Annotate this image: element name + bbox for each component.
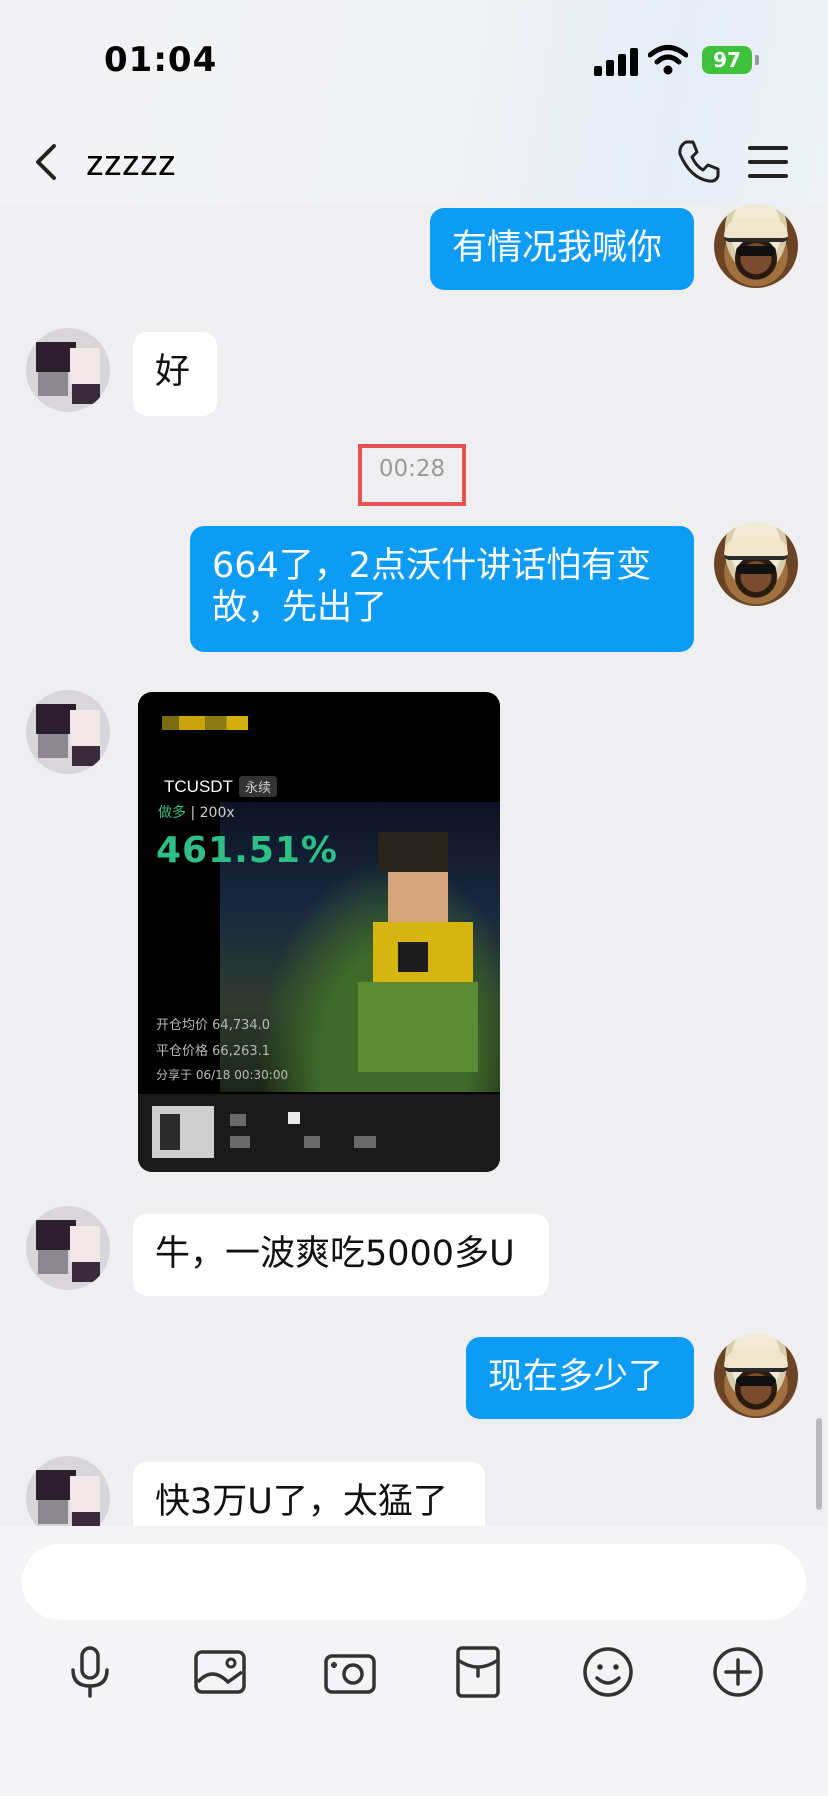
message-bubble-other[interactable]: 牛，一波爽吃5000多U [133,1214,549,1296]
wifi-icon [648,45,688,75]
message-input[interactable] [22,1544,806,1620]
message-bubble-other[interactable]: 好 [133,332,217,416]
open-price-row: 开仓均价 64,734.0 [156,1018,271,1033]
battery-indicator: 97 [702,46,752,74]
share-time: 分享于 06/18 00:30:00 [156,1068,289,1082]
pnl-percentage: 461.51% [156,830,338,871]
contact-avatar[interactable] [26,1206,110,1290]
composer-area [0,1526,828,1796]
exchange-logo [162,716,248,730]
chat-header: zzzzz [0,120,828,205]
image-icon[interactable] [190,1642,250,1702]
trading-pair: TCUSDT 永续 [164,776,277,797]
card-qr-footer [138,1094,500,1172]
message-bubble-self[interactable]: 有情况我喊你 [430,208,694,290]
shared-image-message[interactable]: TCUSDT 永续 做多 | 200x 461.51% 开仓均价 64,734.0… [138,692,500,1172]
back-chevron-icon[interactable] [30,140,64,184]
signal-icon [594,46,638,76]
message-timestamp: 00:28 [378,456,446,482]
emoji-icon[interactable] [578,1642,638,1702]
status-bar: 01:04 97 [0,0,828,120]
self-avatar[interactable] [714,204,798,288]
self-avatar[interactable] [714,522,798,606]
status-time: 01:04 [104,40,218,80]
phone-icon[interactable] [676,138,720,184]
battery-cap [755,55,759,65]
contact-avatar[interactable] [26,328,110,412]
contact-avatar[interactable] [26,690,110,774]
contract-type-tag: 永续 [238,776,277,797]
card-character-art [348,832,498,1072]
position-side: 做多 | 200x [158,805,235,821]
microphone-icon[interactable] [60,1642,120,1702]
camera-icon[interactable] [320,1642,380,1702]
scrollbar[interactable] [816,1418,822,1510]
chat-title: zzzzz [86,142,176,183]
self-avatar[interactable] [714,1334,798,1418]
red-packet-icon[interactable] [448,1642,508,1702]
close-price-row: 平仓价格 66,263.1 [156,1044,271,1059]
message-bubble-self[interactable]: 664了，2点沃什讲话怕有变 故，先出了 [190,526,694,652]
plus-icon[interactable] [708,1642,768,1702]
message-bubble-self[interactable]: 现在多少了 [466,1337,694,1419]
timestamp-highlight: 00:28 [358,444,466,506]
menu-icon[interactable] [748,144,790,180]
